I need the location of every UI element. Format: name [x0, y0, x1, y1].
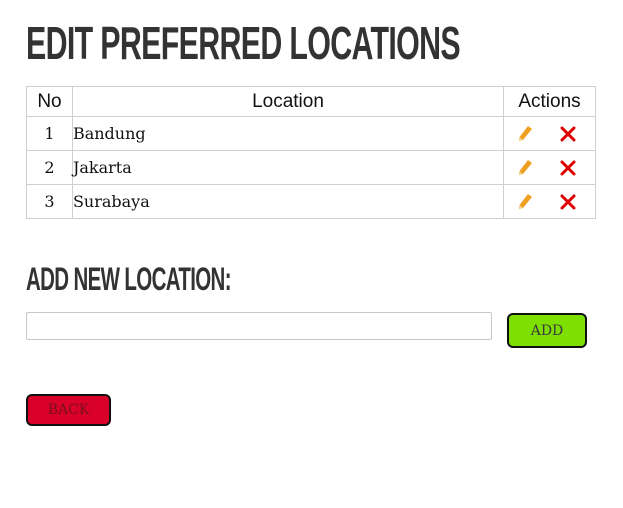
- table-row: 2 Jakarta: [26, 150, 596, 185]
- column-header-no: No: [26, 86, 73, 117]
- row-number: 2: [26, 150, 73, 185]
- column-header-actions: Actions: [503, 86, 596, 117]
- location-name: Surabaya: [71, 184, 505, 219]
- page-title: Edit Preferred Locations: [26, 17, 461, 69]
- table-header-row: No Location Actions: [26, 86, 596, 117]
- pencil-icon[interactable]: [518, 159, 534, 177]
- close-icon[interactable]: [560, 126, 576, 142]
- add-location-heading: Add New Location:: [26, 261, 232, 297]
- add-button[interactable]: ADD: [507, 313, 587, 348]
- row-number: 3: [26, 184, 73, 219]
- page: Edit Preferred Locations No Location Act…: [0, 0, 623, 508]
- table-row: 1 Bandung: [26, 116, 596, 151]
- row-actions: [503, 116, 596, 151]
- table-row: 3 Surabaya: [26, 184, 596, 219]
- pencil-icon[interactable]: [518, 125, 534, 143]
- locations-table: No Location Actions 1 Bandung 2 Jakarta …: [26, 86, 596, 219]
- row-actions: [503, 150, 596, 185]
- close-icon[interactable]: [560, 160, 576, 176]
- column-header-location: Location: [71, 86, 505, 117]
- row-number: 1: [26, 116, 73, 151]
- location-name: Bandung: [71, 116, 505, 151]
- close-icon[interactable]: [560, 194, 576, 210]
- row-actions: [503, 184, 596, 219]
- location-name: Jakarta: [71, 150, 505, 185]
- new-location-input[interactable]: [26, 312, 492, 340]
- back-button[interactable]: BACK: [26, 394, 111, 426]
- pencil-icon[interactable]: [518, 193, 534, 211]
